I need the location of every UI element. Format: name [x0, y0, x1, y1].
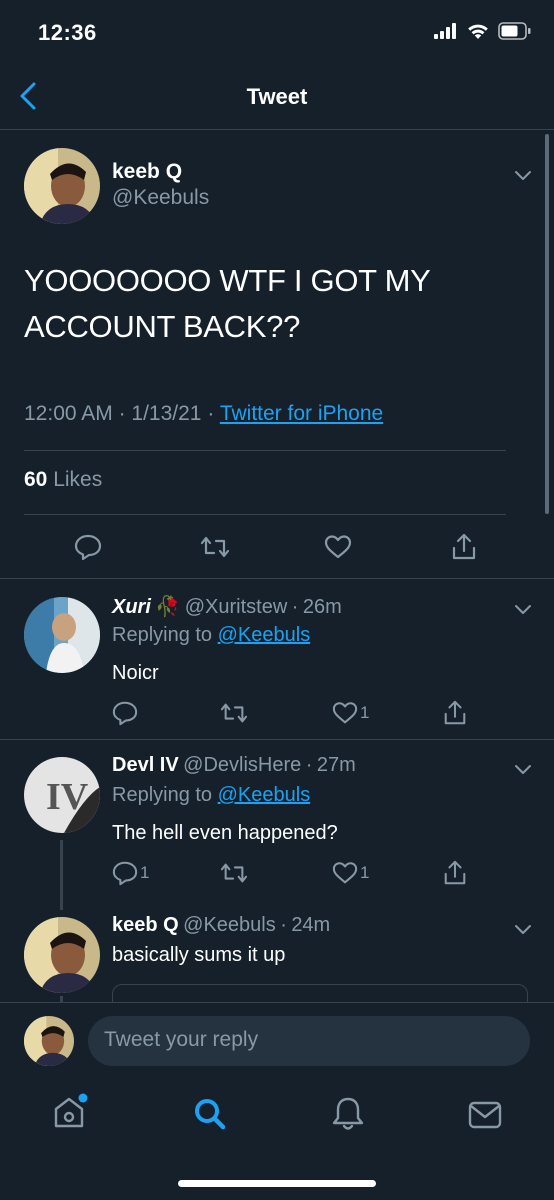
tweet-meta: 12:00 AM · 1/13/21 · Twitter for iPhone: [24, 402, 383, 426]
replying-to-link[interactable]: @Keebuls: [218, 784, 311, 806]
reply-avatar[interactable]: [24, 917, 100, 993]
search-icon[interactable]: [190, 1094, 230, 1134]
replying-to-line: Replying to @Keebuls: [112, 784, 310, 807]
replying-to-label: Replying to: [112, 784, 213, 806]
share-icon[interactable]: [442, 699, 468, 727]
separator-dot: ·: [305, 754, 313, 776]
reply-icon[interactable]: [112, 860, 138, 886]
notifications-bell-icon[interactable]: [328, 1094, 368, 1134]
reply-icon[interactable]: [74, 533, 102, 561]
divider: [24, 450, 506, 451]
reply-author-name[interactable]: Xuri: [112, 596, 151, 618]
wilted-rose-emoji-icon: 🥀: [155, 596, 181, 618]
chevron-down-icon[interactable]: [512, 918, 534, 940]
reply-age: 24m: [291, 914, 331, 936]
reply-text: The hell even happened?: [112, 822, 338, 844]
chevron-down-icon[interactable]: [512, 758, 534, 780]
like-heart-icon[interactable]: [324, 533, 352, 561]
reply-text: basically sums it up: [112, 944, 286, 966]
home-icon[interactable]: [50, 1092, 90, 1132]
share-icon[interactable]: [442, 859, 468, 887]
page-title: Tweet: [246, 84, 308, 109]
scrollbar[interactable]: [545, 134, 549, 514]
reply-author-handle[interactable]: @Xuritstew: [185, 596, 288, 618]
reply-age: 27m: [316, 754, 356, 776]
separator-dot: ·: [291, 596, 299, 618]
separator-dot: ·: [118, 402, 126, 425]
divider: [0, 739, 554, 740]
reply-author-handle[interactable]: @Keebuls: [183, 914, 276, 936]
reply-count: 1: [140, 863, 150, 882]
messages-mail-icon[interactable]: [466, 1096, 506, 1136]
like-count: 1: [360, 703, 370, 722]
reply-avatar[interactable]: [24, 597, 100, 673]
reply-header: Xuri 🥀 @Xuritstew · 26m: [112, 594, 342, 619]
reply-text: Noicr: [112, 662, 159, 684]
likes-count: 60: [24, 468, 48, 491]
share-icon[interactable]: [450, 532, 478, 560]
chevron-down-icon[interactable]: [512, 164, 534, 186]
like-heart-icon[interactable]: [332, 700, 358, 726]
author-name[interactable]: keeb Q: [112, 160, 182, 184]
reply-header: Devl IV @DevlisHere · 27m: [112, 754, 356, 777]
divider: [0, 578, 554, 579]
status-icons: [434, 22, 532, 40]
retweet-icon[interactable]: [220, 860, 248, 886]
replying-to-line: Replying to @Keebuls: [112, 624, 310, 647]
reply-age: 26m: [302, 596, 342, 618]
tweet-time: 12:00 AM: [24, 402, 113, 425]
top-nav-bar: Tweet: [0, 62, 554, 130]
reply-input-placeholder: Tweet your reply: [104, 1028, 259, 1051]
reply-header: keeb Q @Keebuls · 24m: [112, 914, 330, 937]
separator-dot: ·: [207, 402, 215, 425]
replying-to-label: Replying to: [112, 624, 213, 646]
replying-to-link[interactable]: @Keebuls: [218, 624, 311, 646]
status-time: 12:36: [38, 20, 97, 45]
tweet-text: YOOOOOOO WTF I GOT MY ACCOUNT BACK??: [24, 263, 430, 344]
tweet-date: 1/13/21: [131, 402, 202, 425]
retweet-icon[interactable]: [220, 700, 248, 726]
reply-author-name[interactable]: Devl IV: [112, 754, 179, 776]
svg-text:IV: IV: [46, 776, 89, 818]
thread-connector-line: [60, 840, 63, 910]
separator-dot: ·: [280, 914, 287, 936]
author-handle[interactable]: @Keebuls: [112, 186, 209, 210]
reply-icon[interactable]: [112, 700, 138, 726]
divider: [24, 514, 506, 515]
chevron-down-icon[interactable]: [512, 598, 534, 620]
author-avatar[interactable]: [24, 148, 100, 224]
like-heart-icon[interactable]: [332, 860, 358, 886]
current-user-avatar[interactable]: [24, 1016, 74, 1066]
reply-author-handle[interactable]: @DevlisHere: [183, 754, 301, 776]
likes-label: Likes: [53, 468, 103, 491]
tweet-source-link[interactable]: Twitter for iPhone: [220, 402, 383, 425]
reply-avatar[interactable]: IV: [24, 757, 100, 833]
retweet-icon[interactable]: [200, 533, 230, 561]
battery-icon: [498, 22, 532, 40]
reply-author-name[interactable]: keeb Q: [112, 914, 179, 936]
signal-icon: [434, 23, 458, 39]
likes-summary[interactable]: 60 Likes: [24, 468, 102, 492]
like-count: 1: [360, 863, 370, 882]
home-indicator[interactable]: [178, 1180, 376, 1187]
wifi-icon: [466, 22, 490, 40]
